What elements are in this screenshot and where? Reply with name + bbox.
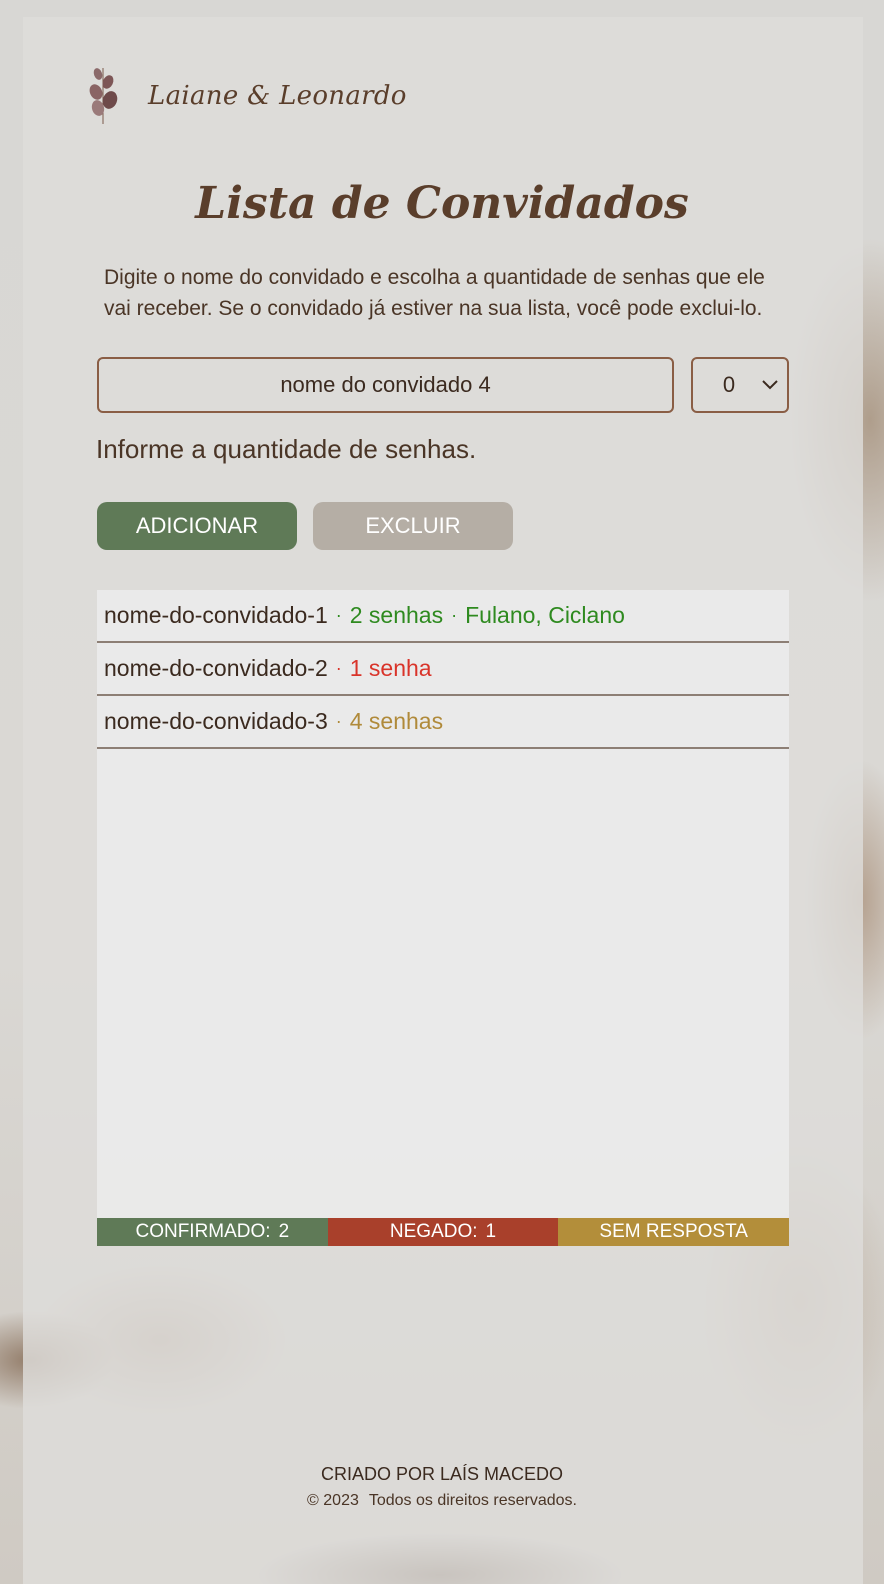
guest-name: nome-do-convidado-2 — [104, 655, 328, 681]
delete-button[interactable]: EXCLUIR — [313, 502, 513, 550]
guest-list: nome-do-convidado-1 · 2 senhas · Fulano,… — [97, 590, 789, 1218]
copyright-year: © 2023 — [307, 1492, 359, 1509]
guest-companions: Fulano, Ciclano — [465, 602, 625, 628]
eucalyptus-leaf-icon — [89, 68, 118, 124]
guest-seats: 4 senhas — [349, 708, 444, 734]
separator-dot: · — [335, 605, 342, 625]
confirmed-stat: CONFIRMADO: 2 — [97, 1218, 328, 1246]
brand[interactable]: Laiane & Leonardo — [86, 64, 407, 128]
confirmed-count: 2 — [278, 1221, 290, 1242]
guest-row[interactable]: nome-do-convidado-3 · 4 senhas — [97, 696, 789, 749]
quantity-select[interactable]: 0 — [691, 357, 789, 413]
guest-name-input[interactable] — [97, 357, 674, 413]
chevron-down-icon — [762, 380, 778, 390]
separator-dot: · — [335, 711, 342, 731]
copyright-rights: Todos os direitos reservados. — [368, 1492, 577, 1509]
quantity-select-value: 0 — [722, 372, 736, 397]
guest-name: nome-do-convidado-1 — [104, 602, 328, 628]
guest-row[interactable]: nome-do-convidado-2 · 1 senha — [97, 643, 789, 696]
page-title: Lista de Convidados — [195, 178, 689, 229]
footer-credit: CRIADO POR LAÍS MACEDO — [320, 1464, 564, 1484]
denied-count: 1 — [485, 1221, 497, 1242]
brand-name: Laiane & Leonardo — [148, 81, 407, 111]
no-answer-stat: SEM RESPOSTA — [558, 1218, 790, 1246]
status-summary-bar: CONFIRMADO: 2 NEGADO: 1 SEM RESPOSTA — [97, 1218, 790, 1246]
guest-seats: 1 senha — [349, 655, 432, 681]
quantity-hint: Informe a quantidade de senhas. — [96, 434, 477, 464]
denied-stat: NEGADO: 1 — [327, 1218, 559, 1246]
footer-copyright: © 2023 Todos os direitos reservados. — [0, 1492, 884, 1510]
intro-text: Digite o nome do convidado e escolha a q… — [104, 266, 765, 320]
separator-dot: · — [335, 658, 342, 678]
guest-name: nome-do-convidado-3 — [104, 708, 328, 734]
add-button[interactable]: ADICIONAR — [97, 502, 297, 550]
guest-seats: 2 senhas — [349, 602, 444, 628]
guest-row[interactable]: nome-do-convidado-1 · 2 senhas · Fulano,… — [97, 590, 789, 643]
no-answer-label: SEM RESPOSTA — [599, 1221, 748, 1242]
separator-dot: · — [451, 605, 458, 625]
confirmed-label: CONFIRMADO: — [135, 1221, 271, 1242]
denied-label: NEGADO: — [389, 1221, 478, 1242]
